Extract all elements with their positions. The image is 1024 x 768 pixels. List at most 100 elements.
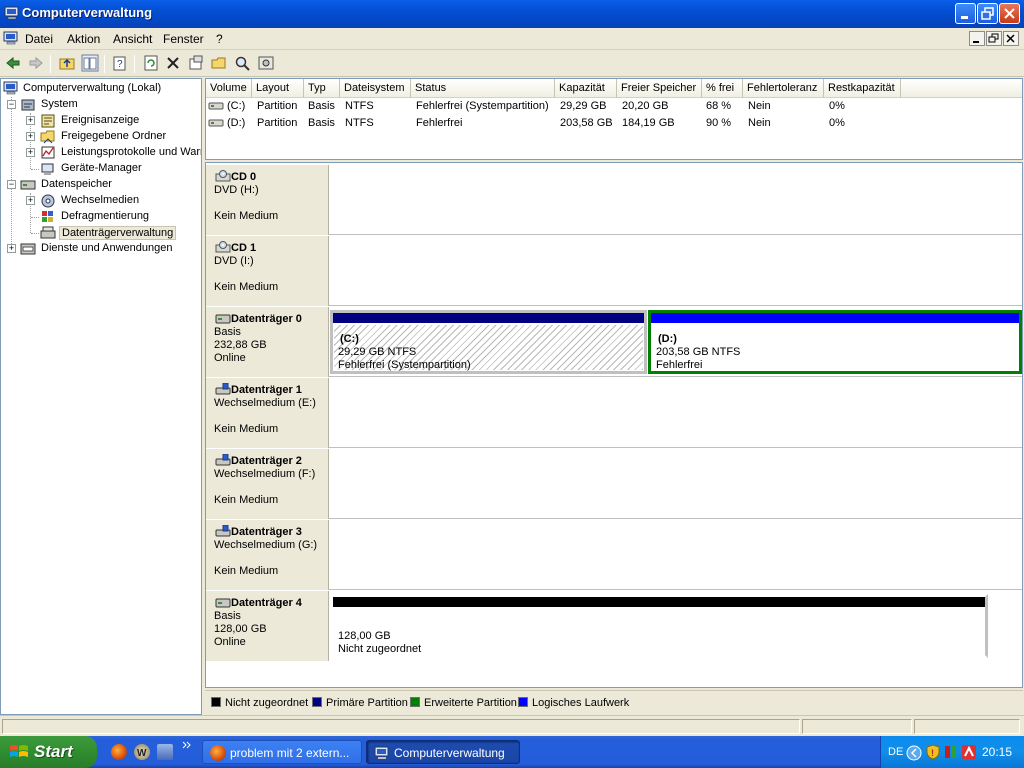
disk-label[interactable]: CD 0 DVD (H:) Kein Medium [206, 165, 329, 235]
svg-text:?: ? [117, 59, 123, 70]
disk-row[interactable]: Datenträger 4 Basis 128,00 GB Online 128… [206, 591, 1022, 661]
child-minimize-button[interactable] [969, 31, 985, 46]
column-header[interactable]: Volume [206, 79, 252, 98]
defragmenter-icon [42, 211, 53, 222]
tree-item-datentraegerverwaltung[interactable]: Datenträgerverwaltung [40, 225, 200, 241]
clock[interactable]: 20:15 [982, 745, 1012, 759]
forward-arrow-icon[interactable] [27, 54, 45, 72]
column-header[interactable]: % frei [702, 79, 743, 98]
tree-item-label: System [41, 98, 78, 110]
menu-help[interactable]: ? [216, 32, 223, 46]
child-close-button[interactable] [1003, 31, 1019, 46]
partition-c[interactable]: (C:) 29,29 GB NTFS Fehlerfrei (Systempar… [330, 310, 647, 374]
tree-item-wechselmedien[interactable]: Wechselmedien [40, 193, 200, 209]
menu-aktion[interactable]: Aktion [67, 32, 100, 46]
disk-row[interactable]: Datenträger 3 Wechselmedium (G:) Kein Me… [206, 520, 1022, 590]
properties-icon[interactable] [187, 54, 205, 72]
settings-icon[interactable] [257, 54, 275, 72]
storage-icon [20, 180, 36, 190]
tree-root[interactable]: Computerverwaltung (Lokal) [3, 81, 198, 97]
taskbar-button-computerverwaltung[interactable]: Computerverwaltung [366, 740, 520, 764]
column-header[interactable]: Status [411, 79, 555, 98]
chevron-more-icon[interactable] [182, 740, 194, 750]
column-header[interactable]: Layout [252, 79, 304, 98]
mdi-child-icon[interactable] [3, 31, 19, 45]
event-viewer-icon [41, 114, 55, 128]
system-collapse-toggle[interactable]: − [7, 100, 16, 109]
delete-icon[interactable] [164, 54, 182, 72]
expand-toggle[interactable]: + [26, 116, 35, 125]
removable-storage-icon [41, 194, 55, 208]
expand-toggle[interactable]: + [7, 244, 16, 253]
firefox-quicklaunch-icon[interactable] [111, 744, 127, 760]
disk-label[interactable]: Datenträger 2 Wechselmedium (F:) Kein Me… [206, 449, 329, 519]
antivirus-icon[interactable] [961, 744, 977, 760]
minimize-button[interactable] [955, 3, 976, 24]
legend: Nicht zugeordnet Primäre Partition Erwei… [205, 690, 1023, 715]
search-icon[interactable] [233, 54, 251, 72]
tree-item-leistungsprotokolle[interactable]: Leistungsprotokolle und Warn [40, 145, 201, 161]
tree-item-label: Dienste und Anwendungen [41, 242, 173, 254]
column-header[interactable]: Kapazität [555, 79, 617, 98]
cdrom-icon [215, 170, 231, 182]
tree-item-system[interactable]: System [20, 97, 198, 113]
security-shield-icon[interactable]: ! [925, 744, 941, 760]
table-row[interactable]: (D:) Partition Basis NTFS Fehlerfrei 203… [206, 115, 1022, 132]
up-folder-icon[interactable] [58, 54, 76, 72]
app-quicklaunch-icon[interactable] [157, 744, 173, 760]
properties-help-icon[interactable]: ? [111, 54, 129, 72]
tree-item-freigegebene-ordner[interactable]: Freigegebene Ordner [40, 129, 200, 145]
disk-row[interactable]: Datenträger 0 Basis 232,88 GB Online (C:… [206, 307, 1022, 377]
w-icon: W [137, 748, 147, 759]
volume-list: Volume Layout Typ Dateisystem Status Kap… [205, 78, 1023, 160]
disk-row[interactable]: Datenträger 2 Wechselmedium (F:) Kein Me… [206, 449, 1022, 519]
taskbar-button-firefox[interactable]: problem mit 2 extern... [202, 740, 362, 764]
column-header[interactable]: Typ [304, 79, 340, 98]
language-indicator[interactable]: DE [888, 746, 903, 758]
partition-unallocated[interactable]: 128,00 GB Nicht zugeordnet [330, 594, 988, 658]
primary-partition-bar [333, 313, 644, 323]
disk-label[interactable]: Datenträger 0 Basis 232,88 GB Online [206, 307, 329, 377]
partition-d[interactable]: (D:) 203,58 GB NTFS Fehlerfrei [648, 310, 1022, 374]
tree-item-dienste[interactable]: Dienste und Anwendungen [20, 241, 198, 257]
disk-label[interactable]: Datenträger 4 Basis 128,00 GB Online [206, 591, 329, 661]
disk-label[interactable]: Datenträger 3 Wechselmedium (G:) Kein Me… [206, 520, 329, 590]
storage-collapse-toggle[interactable]: − [7, 180, 16, 189]
tree-item-defragmentierung[interactable]: Defragmentierung [40, 209, 200, 225]
expand-toggle[interactable]: + [26, 132, 35, 141]
expand-toggle[interactable]: + [26, 148, 35, 157]
column-header[interactable]: Dateisystem [340, 79, 411, 98]
disk-label[interactable]: Datenträger 1 Wechselmedium (E:) Kein Me… [206, 378, 329, 448]
restore-button[interactable] [977, 3, 998, 24]
disk-row[interactable]: Datenträger 1 Wechselmedium (E:) Kein Me… [206, 378, 1022, 448]
network-meter-icon[interactable] [944, 744, 958, 760]
column-header[interactable]: Fehlertoleranz [743, 79, 824, 98]
table-row[interactable]: (C:) Partition Basis NTFS Fehlerfrei (Sy… [206, 98, 1022, 115]
menu-datei[interactable]: Datei [25, 32, 53, 46]
title-bar[interactable]: Computerverwaltung [0, 0, 1024, 28]
refresh-icon[interactable] [142, 54, 160, 72]
tray-expand-icon[interactable] [906, 745, 922, 761]
child-restore-button[interactable] [986, 31, 1002, 46]
open-folder-icon[interactable] [210, 54, 228, 72]
start-label: Start [34, 742, 73, 761]
tree-item-ereignisanzeige[interactable]: Ereignisanzeige [40, 113, 200, 129]
cdrom-icon [215, 241, 231, 253]
disk-row[interactable]: CD 0 DVD (H:) Kein Medium [206, 165, 1022, 235]
disk-label[interactable]: CD 1 DVD (I:) Kein Medium [206, 236, 329, 306]
winamp-quicklaunch-icon[interactable]: W [134, 744, 150, 760]
column-header[interactable]: Restkapazität [824, 79, 901, 98]
column-header[interactable]: Freier Speicher [617, 79, 702, 98]
tree-item-geraete-manager[interactable]: Geräte-Manager [40, 161, 200, 177]
tree-item-datenspeicher[interactable]: Datenspeicher [20, 177, 198, 193]
legend-item-unallocated: Nicht zugeordnet [211, 697, 308, 709]
menu-fenster[interactable]: Fenster [163, 32, 204, 46]
menu-ansicht[interactable]: Ansicht [113, 32, 152, 46]
expand-toggle[interactable]: + [26, 196, 35, 205]
show-hide-tree-icon[interactable] [81, 54, 99, 72]
disk-row[interactable]: CD 1 DVD (I:) Kein Medium [206, 236, 1022, 306]
close-button[interactable] [999, 3, 1020, 24]
start-button[interactable]: Start [0, 736, 97, 768]
back-arrow-icon[interactable] [4, 54, 22, 72]
computer-management-window: Computerverwaltung Datei Aktion Ansicht … [0, 0, 1024, 736]
